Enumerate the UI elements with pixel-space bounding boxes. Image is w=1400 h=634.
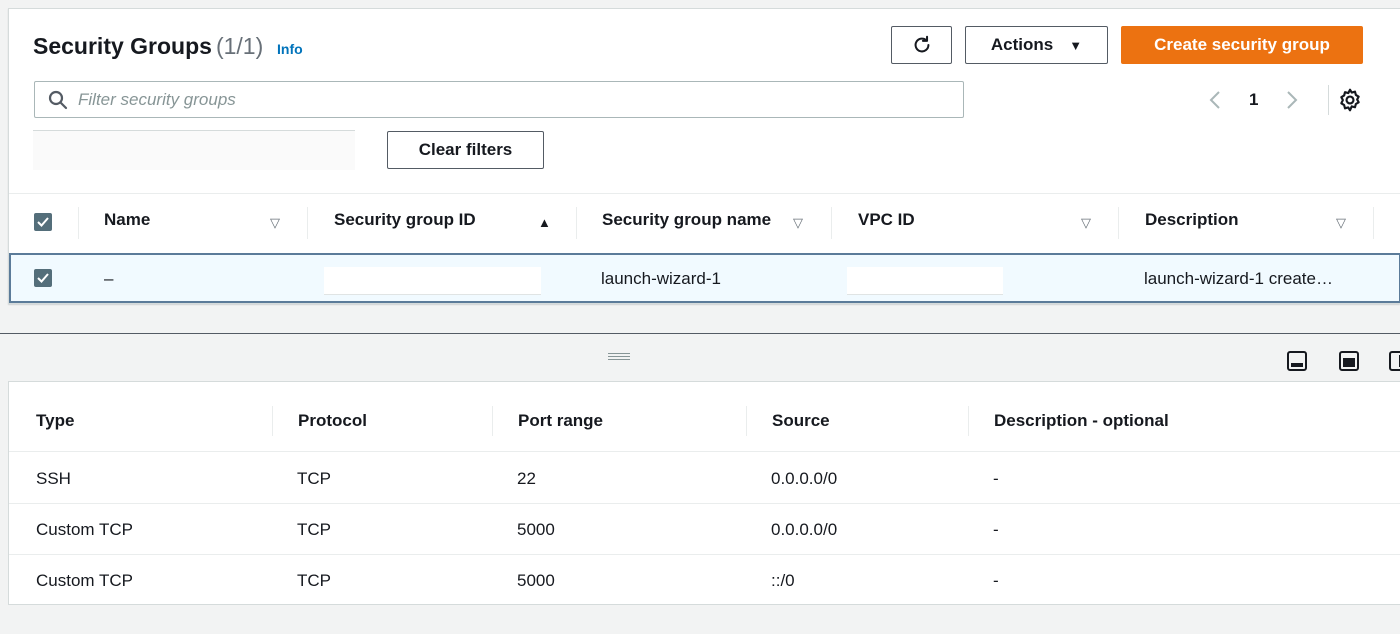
table-row[interactable]: – launch-wizard-1 launch-wizard-1 create…: [9, 253, 1400, 303]
sort-descending-icon[interactable]: ▽: [1081, 215, 1091, 231]
gear-icon[interactable]: [1337, 87, 1363, 113]
inbound-rules-panel: Type Protocol Port range Source Descript…: [8, 381, 1400, 605]
column-divider: [272, 406, 273, 436]
column-divider: [307, 207, 308, 239]
column-header-security-group-id[interactable]: Security group ID: [334, 210, 476, 230]
rule-description: -: [993, 520, 999, 539]
sort-descending-icon[interactable]: ▽: [793, 215, 803, 231]
column-divider: [1373, 207, 1374, 239]
column-divider: [831, 207, 832, 239]
rule-description: -: [993, 571, 999, 590]
actions-label: Actions: [990, 35, 1054, 54]
panel-bottom-full-icon[interactable]: [1338, 350, 1360, 372]
clear-filters-button[interactable]: Clear filters: [387, 131, 544, 169]
column-divider: [746, 406, 747, 436]
pager-divider: [1328, 85, 1329, 115]
check-icon: [37, 217, 49, 227]
rule-port-range: 22: [517, 469, 536, 488]
column-header-description[interactable]: Description: [1145, 210, 1239, 230]
column-divider: [1118, 207, 1119, 239]
rule-description: -: [993, 469, 999, 488]
rule-port-range: 5000: [517, 520, 555, 539]
rule-source: 0.0.0.0/0: [771, 520, 838, 539]
search-icon: [48, 90, 68, 109]
drag-handle-icon[interactable]: [608, 353, 630, 361]
panel-side-icon[interactable]: [1388, 350, 1400, 372]
selection-count: (1/1): [215, 33, 264, 59]
column-header-security-group-name[interactable]: Security group name: [602, 210, 771, 230]
sort-descending-icon[interactable]: ▽: [1336, 215, 1346, 231]
clear-filters-label: Clear filters: [418, 140, 513, 159]
cell-name: –: [104, 269, 114, 288]
page-number[interactable]: 1: [1249, 90, 1258, 110]
rule-protocol: TCP: [297, 469, 331, 488]
rule-row: Custom TCP TCP 5000 ::/0 -: [9, 555, 1400, 606]
cell-description: launch-wizard-1 create…: [1144, 269, 1333, 288]
property-filter-area: [33, 130, 355, 170]
column-divider: [968, 406, 969, 436]
rule-type: Custom TCP: [36, 520, 133, 539]
redacted-security-group-id: [324, 267, 541, 295]
page-title: Security Groups (1/1): [33, 33, 263, 60]
column-divider: [576, 207, 577, 239]
chevron-left-icon[interactable]: [1203, 88, 1227, 112]
create-label: Create security group: [1154, 35, 1330, 54]
column-header-vpc-id[interactable]: VPC ID: [858, 210, 915, 230]
refresh-button[interactable]: [891, 26, 952, 64]
panel-bottom-icon[interactable]: [1286, 350, 1308, 372]
rules-column-protocol: Protocol: [298, 411, 367, 430]
rule-type: Custom TCP: [36, 571, 133, 590]
rule-port-range: 5000: [517, 571, 555, 590]
rules-table-header: Type Protocol Port range Source Descript…: [9, 382, 1400, 452]
table-header: Name ▽ Security group ID ▲ Security grou…: [9, 193, 1400, 250]
rules-column-description: Description - optional: [994, 411, 1169, 430]
chevron-right-icon[interactable]: [1280, 88, 1304, 112]
column-divider: [78, 207, 79, 239]
create-security-group-button[interactable]: Create security group: [1121, 26, 1363, 64]
rule-row: Custom TCP TCP 5000 0.0.0.0/0 -: [9, 504, 1400, 555]
search-box[interactable]: [34, 81, 964, 118]
search-input[interactable]: [78, 89, 938, 110]
actions-dropdown[interactable]: Actions ▼: [965, 26, 1108, 64]
rule-row: SSH TCP 22 0.0.0.0/0 -: [9, 453, 1400, 504]
security-groups-panel: Security Groups (1/1) Info Actions ▼ Crea…: [8, 8, 1400, 304]
page-title-text: Security Groups: [33, 33, 212, 59]
rule-source: ::/0: [771, 571, 795, 590]
column-divider: [492, 406, 493, 436]
pagination: 1: [1203, 87, 1304, 113]
rules-column-source: Source: [772, 411, 830, 430]
row-checkbox[interactable]: [34, 269, 52, 287]
sort-descending-icon[interactable]: ▽: [270, 215, 280, 231]
info-link[interactable]: Info: [277, 41, 303, 57]
rule-type: SSH: [36, 469, 71, 488]
cell-security-group-name: launch-wizard-1: [601, 269, 721, 288]
rules-column-port-range: Port range: [518, 411, 604, 430]
column-header-name[interactable]: Name: [104, 210, 150, 230]
select-all-checkbox[interactable]: [34, 213, 52, 231]
sort-ascending-icon[interactable]: ▲: [538, 215, 551, 230]
refresh-icon: [914, 35, 929, 53]
rule-protocol: TCP: [297, 571, 331, 590]
check-icon: [37, 273, 49, 283]
redacted-vpc-id: [847, 267, 1003, 295]
split-panel-divider: [0, 333, 1400, 334]
rules-column-type: Type: [36, 411, 75, 430]
rule-source: 0.0.0.0/0: [771, 469, 838, 488]
rule-protocol: TCP: [297, 520, 331, 539]
caret-down-icon: ▼: [1069, 37, 1083, 53]
